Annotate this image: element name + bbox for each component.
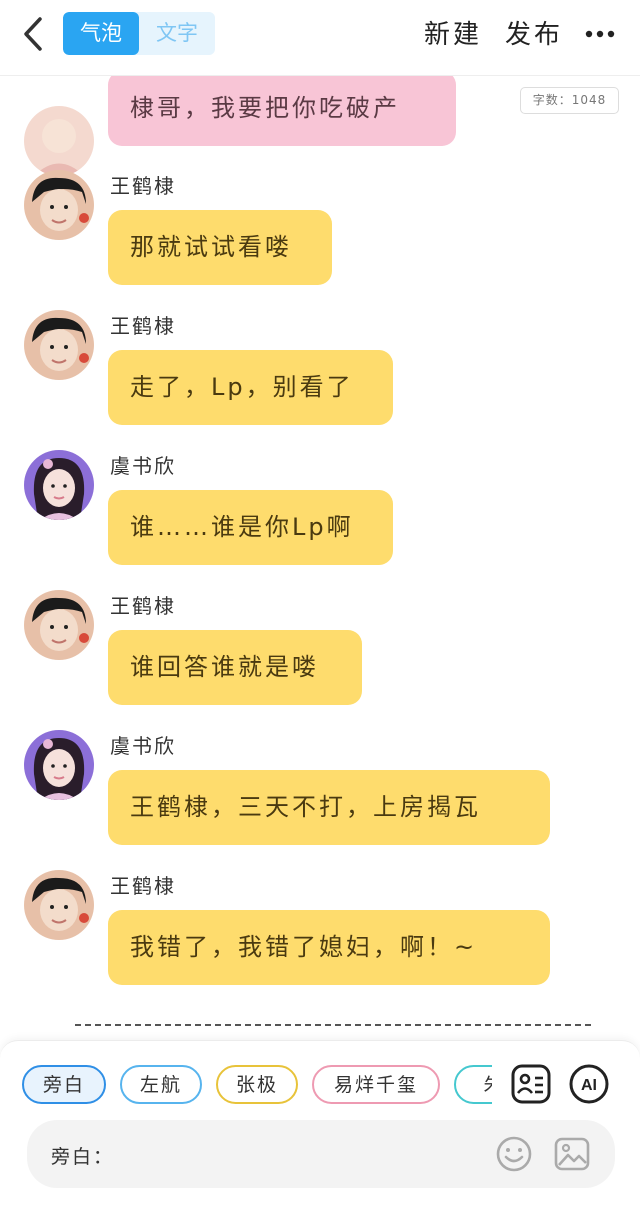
message-bubble[interactable]: 谁……谁是你Lp啊 bbox=[108, 490, 393, 565]
input-role-label: 旁白： bbox=[51, 1146, 115, 1168]
sender-name: 王鹤棣 bbox=[110, 314, 176, 338]
tab-text[interactable]: 文字 bbox=[139, 12, 215, 55]
chat-message: 虞书欣 王鹤棣，三天不打，上房揭瓦 bbox=[0, 730, 640, 850]
sender-name: 虞书欣 bbox=[110, 734, 176, 758]
emoji-icon[interactable] bbox=[495, 1135, 533, 1173]
image-icon[interactable] bbox=[553, 1135, 591, 1173]
back-chevron-icon[interactable] bbox=[18, 16, 50, 52]
input-panel: 旁白 左航 张极 易烊千玺 朱 AI 旁白： bbox=[0, 1040, 640, 1213]
dashed-divider bbox=[75, 1024, 591, 1026]
chat-list[interactable]: 棣哥，我要把你吃破产 王鹤棣 那就试试看喽 王鹤棣 走了，Lp，别看了 虞书欣 … bbox=[0, 76, 640, 1036]
role-chip[interactable]: 左航 bbox=[120, 1065, 202, 1104]
message-bubble[interactable]: 走了，Lp，别看了 bbox=[108, 350, 393, 425]
avatar[interactable] bbox=[24, 870, 94, 940]
chat-message: 王鹤棣 我错了，我错了媳妇，啊！~ bbox=[0, 870, 640, 990]
svg-text:AI: AI bbox=[581, 1077, 597, 1094]
message-input[interactable] bbox=[117, 1134, 477, 1174]
message-bubble[interactable]: 棣哥，我要把你吃破产 bbox=[108, 76, 456, 146]
role-chip[interactable]: 朱 bbox=[454, 1065, 492, 1104]
role-chip-list[interactable]: 旁白 左航 张极 易烊千玺 朱 bbox=[20, 1065, 492, 1107]
message-bubble[interactable]: 谁回答谁就是喽 bbox=[108, 630, 362, 705]
avatar[interactable] bbox=[24, 730, 94, 800]
role-card-icon[interactable] bbox=[510, 1063, 552, 1105]
avatar[interactable] bbox=[24, 106, 94, 176]
avatar[interactable] bbox=[24, 450, 94, 520]
message-bubble[interactable]: 那就试试看喽 bbox=[108, 210, 332, 285]
mode-segmented-control: 气泡 文字 bbox=[63, 12, 215, 55]
new-button[interactable]: 新建 bbox=[424, 14, 482, 51]
role-chip[interactable]: 张极 bbox=[216, 1065, 298, 1104]
publish-button[interactable]: 发布 bbox=[505, 14, 563, 51]
input-bar: 旁白： bbox=[27, 1120, 615, 1188]
top-bar: 气泡 文字 新建 发布 bbox=[0, 0, 640, 76]
chat-message: 王鹤棣 那就试试看喽 bbox=[0, 170, 640, 290]
message-bubble[interactable]: 王鹤棣，三天不打，上房揭瓦 bbox=[108, 770, 550, 845]
sender-name: 王鹤棣 bbox=[110, 874, 176, 898]
sender-name: 王鹤棣 bbox=[110, 594, 176, 618]
role-chip-narration[interactable]: 旁白 bbox=[22, 1065, 106, 1104]
avatar[interactable] bbox=[24, 310, 94, 380]
chat-message: 王鹤棣 走了，Lp，别看了 bbox=[0, 310, 640, 430]
avatar[interactable] bbox=[24, 590, 94, 660]
more-icon[interactable] bbox=[584, 22, 618, 46]
message-bubble[interactable]: 我错了，我错了媳妇，啊！~ bbox=[108, 910, 550, 985]
ai-icon[interactable]: AI bbox=[568, 1063, 610, 1105]
sender-name: 王鹤棣 bbox=[110, 174, 176, 198]
tab-bubble[interactable]: 气泡 bbox=[63, 12, 139, 55]
chat-message: 王鹤棣 谁回答谁就是喽 bbox=[0, 590, 640, 710]
word-count-badge: 字数：1048 bbox=[520, 87, 619, 114]
role-chip[interactable]: 易烊千玺 bbox=[312, 1065, 440, 1104]
chat-message: 虞书欣 谁……谁是你Lp啊 bbox=[0, 450, 640, 570]
avatar[interactable] bbox=[24, 170, 94, 240]
sender-name: 虞书欣 bbox=[110, 454, 176, 478]
